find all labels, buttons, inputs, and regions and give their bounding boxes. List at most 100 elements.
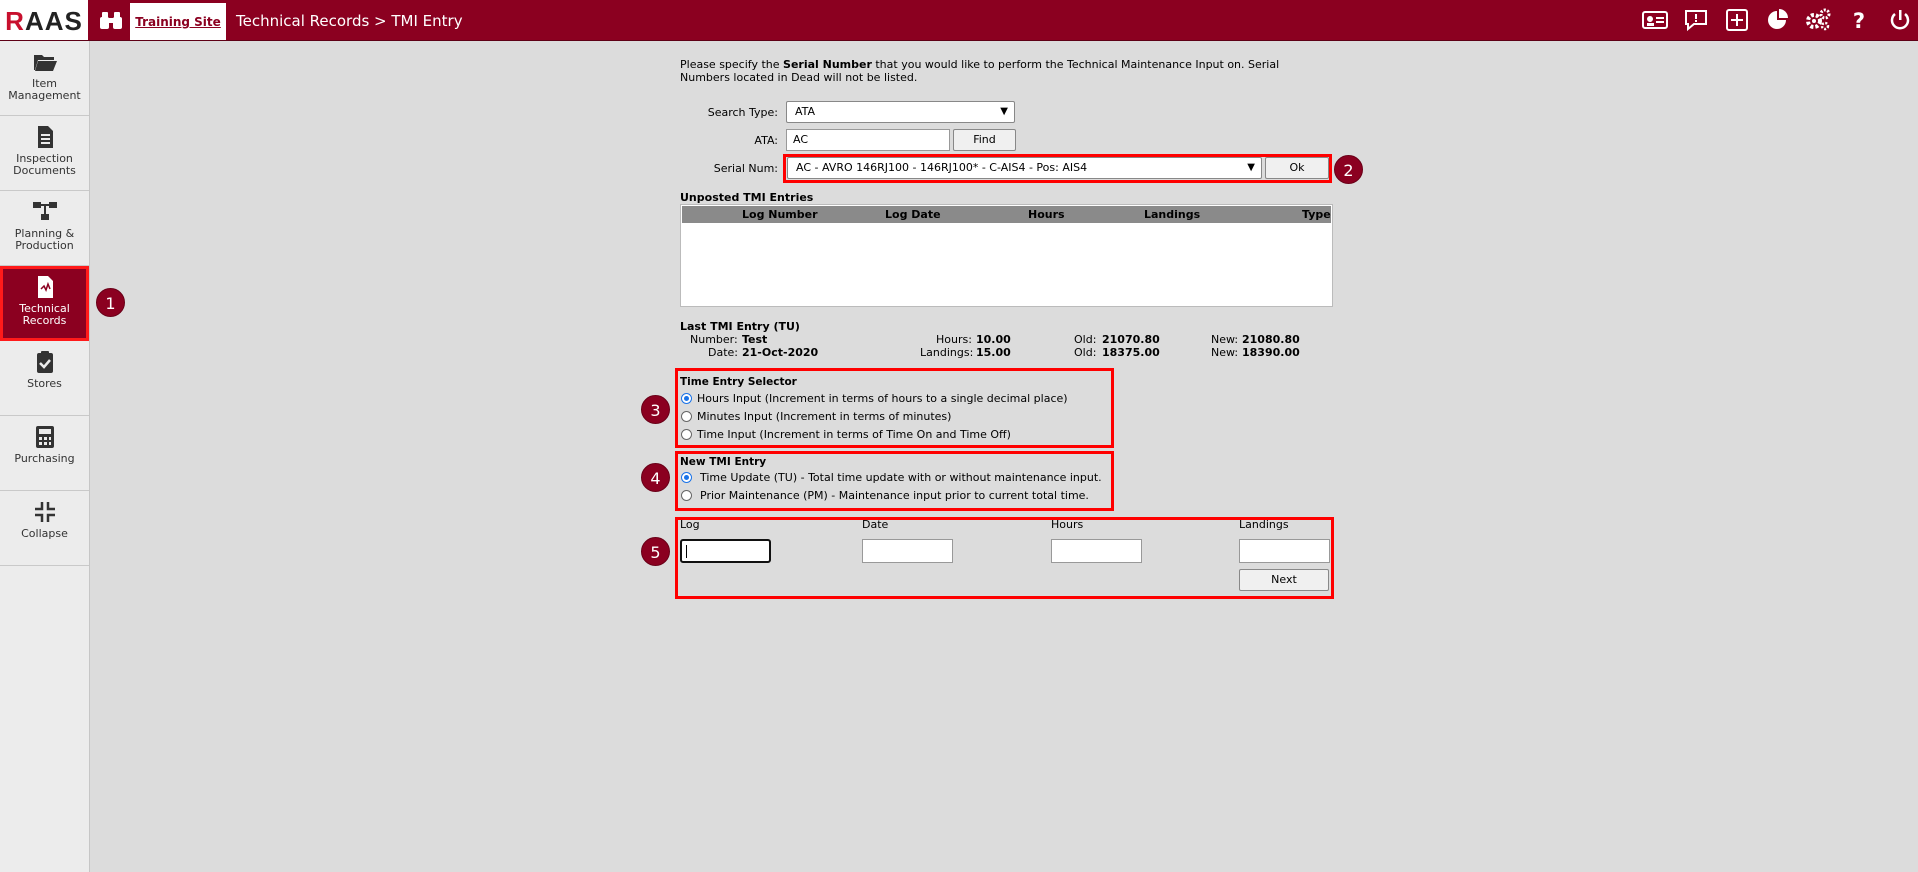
col-hours: Hours	[1028, 208, 1065, 221]
new-hours-label: New:	[1211, 333, 1239, 346]
radio-minutes-input[interactable]: Minutes Input (Increment in terms of min…	[681, 409, 1101, 425]
highlight-entry-fields	[675, 517, 1334, 599]
sidebar-item-collapse[interactable]: Collapse	[0, 491, 89, 566]
old-hours-value: 21070.80	[1102, 333, 1160, 346]
col-log-number: Log Number	[742, 208, 818, 221]
radio-prior-maintenance[interactable]: Prior Maintenance (PM) - Maintenance inp…	[681, 488, 1101, 504]
radio-button[interactable]	[681, 393, 692, 404]
text-caret	[686, 545, 687, 558]
col-type: Type	[1302, 208, 1331, 221]
intro-text-bold: Serial Number	[783, 58, 872, 71]
sidebar-item-planning-production[interactable]: Planning & Production	[0, 191, 89, 266]
intro-text: Please specify the Serial Number that yo…	[680, 58, 1330, 84]
landings-value: 15.00	[976, 346, 1011, 359]
svg-text:?: ?	[1853, 9, 1865, 32]
step-badge-3: 3	[641, 395, 670, 424]
calculator-icon	[35, 426, 54, 448]
radio-label: Time Input (Increment in terms of Time O…	[697, 428, 1011, 441]
landings-input[interactable]	[1239, 539, 1330, 563]
col-log-date: Log Date	[885, 208, 941, 221]
radio-label: Time Update (TU) - Total time update wit…	[700, 471, 1102, 484]
step-badge-5: 5	[641, 537, 670, 566]
step-badge-1: 1	[96, 288, 125, 317]
last-tmi-title: Last TMI Entry (TU)	[680, 320, 800, 333]
tech-records-icon	[37, 276, 53, 298]
sidebar-item-label: Planning & Production	[14, 227, 75, 252]
unposted-title: Unposted TMI Entries	[680, 191, 814, 204]
radio-button[interactable]	[681, 472, 692, 483]
help-icon[interactable]: ?	[1846, 8, 1872, 33]
breadcrumb: Technical Records > TMI Entry	[236, 12, 463, 30]
radio-button[interactable]	[681, 490, 692, 501]
sidebar-item-purchasing[interactable]: Purchasing	[0, 416, 89, 491]
binoculars-icon[interactable]	[99, 9, 123, 31]
hours-label: Hours	[1051, 518, 1084, 531]
hours-label: Hours:	[936, 333, 972, 346]
training-site-tab[interactable]: Training Site	[130, 3, 226, 40]
power-icon[interactable]	[1887, 8, 1913, 32]
new-landings-value: 18390.00	[1242, 346, 1300, 359]
raas-logo[interactable]: RAAS	[0, 0, 88, 40]
ata-input[interactable]: AC	[786, 129, 950, 151]
serial-num-select[interactable]: AC - AVRO 146RJ100 - 146RJ100* - C-AIS4 …	[787, 157, 1262, 179]
collapse-icon	[34, 502, 55, 522]
new-landings-label: New:	[1211, 346, 1239, 359]
sidebar-item-inspection-documents[interactable]: Inspection Documents	[0, 116, 89, 191]
clipboard-check-icon	[36, 351, 53, 373]
ok-button[interactable]: Ok	[1265, 157, 1329, 179]
next-button[interactable]: Next	[1239, 569, 1329, 591]
search-type-label: Search Type:	[707, 106, 778, 119]
intro-text-start: Please specify the	[680, 58, 784, 71]
radio-label: Prior Maintenance (PM) - Maintenance inp…	[700, 489, 1089, 502]
radio-hours-input[interactable]: Hours Input (Increment in terms of hours…	[681, 391, 1101, 407]
sidebar-item-label: Stores	[27, 377, 62, 390]
radio-time-update[interactable]: Time Update (TU) - Total time update wit…	[681, 470, 1102, 486]
radio-time-input[interactable]: Time Input (Increment in terms of Time O…	[681, 427, 1101, 443]
find-button[interactable]: Find	[953, 129, 1016, 151]
sidebar-item-technical-records[interactable]: Technical Records	[0, 266, 89, 341]
sidebar-item-label: Purchasing	[14, 452, 75, 465]
id-card-icon[interactable]	[1642, 8, 1668, 32]
date-value: 21-Oct-2020	[742, 346, 819, 359]
hours-input[interactable]	[1051, 539, 1142, 563]
radio-label: Minutes Input (Increment in terms of min…	[697, 410, 952, 423]
chevron-down-icon: ▼	[1000, 106, 1008, 117]
add-icon[interactable]	[1724, 8, 1750, 32]
old-hours-label: Old:	[1074, 333, 1097, 346]
top-bar: RAAS Training Site Technical Records > T…	[0, 0, 1918, 41]
landings-label: Landings:	[920, 346, 974, 359]
number-label: Number:	[690, 333, 738, 346]
log-input[interactable]	[680, 539, 771, 563]
last-tmi-entry: Last TMI Entry (TU) Number: Test Date: 2…	[680, 320, 1340, 362]
ata-label: ATA:	[754, 134, 778, 147]
time-entry-title: Time Entry Selector	[680, 376, 797, 388]
table-header: Log Number Log Date Hours Landings Type	[682, 206, 1331, 223]
search-type-select[interactable]: ATA ▼	[786, 101, 1015, 123]
hierarchy-icon	[32, 202, 57, 220]
new-tmi-title: New TMI Entry	[680, 456, 767, 468]
radio-button[interactable]	[681, 411, 692, 422]
sidebar-item-label: Technical Records	[19, 302, 70, 327]
hours-value: 10.00	[976, 333, 1011, 346]
date-label: Date:	[708, 346, 738, 359]
old-landings-value: 18375.00	[1102, 346, 1160, 359]
log-label: Log	[680, 518, 700, 531]
date-input[interactable]	[862, 539, 953, 563]
number-value: Test	[742, 333, 768, 346]
chevron-down-icon: ▼	[1247, 162, 1255, 173]
sidebar-item-label: Collapse	[21, 527, 68, 540]
search-type-value: ATA	[795, 105, 816, 118]
pie-chart-icon[interactable]	[1765, 8, 1791, 32]
new-hours-value: 21080.80	[1242, 333, 1300, 346]
landings-label: Landings	[1239, 518, 1289, 531]
chat-icon[interactable]	[1683, 8, 1709, 32]
serial-num-label: Serial Num:	[713, 162, 778, 175]
gears-icon[interactable]	[1805, 8, 1831, 32]
sidebar-item-stores[interactable]: Stores	[0, 341, 89, 416]
folder-icon	[33, 55, 57, 71]
radio-label: Hours Input (Increment in terms of hours…	[697, 392, 1068, 405]
document-icon	[37, 126, 53, 148]
radio-button[interactable]	[681, 429, 692, 440]
step-badge-2: 2	[1334, 155, 1363, 184]
sidebar-item-item-management[interactable]: Item Management	[0, 41, 89, 116]
